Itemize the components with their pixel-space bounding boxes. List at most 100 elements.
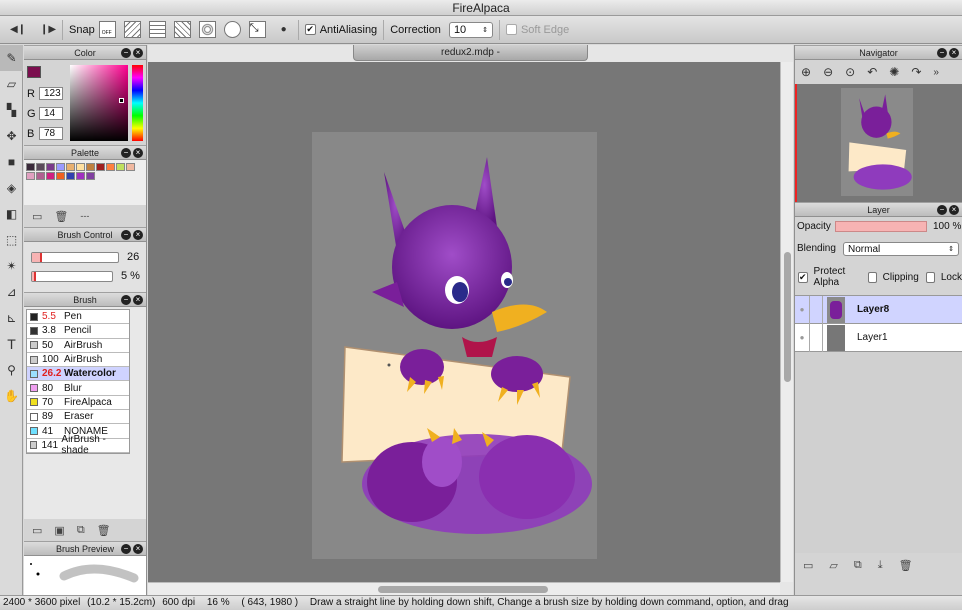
collapse-icon[interactable]: − <box>121 295 131 305</box>
layer-row[interactable]: ● Layer1 <box>795 323 962 352</box>
eyedropper-tool-icon[interactable]: ⚲ <box>0 357 23 383</box>
brush-item[interactable]: 100 AirBrush <box>27 352 129 368</box>
close-icon[interactable]: × <box>133 48 143 58</box>
palette-swatch[interactable] <box>26 172 35 180</box>
brush-item[interactable]: 70 FireAlpaca <box>27 395 129 411</box>
zoom-in-icon[interactable]: ⊕ <box>801 65 811 79</box>
more-options-icon[interactable]: » <box>933 67 939 78</box>
snap-off-button[interactable]: OFF <box>98 21 116 38</box>
saturation-value-picker[interactable] <box>70 65 128 141</box>
close-icon[interactable]: × <box>949 205 959 215</box>
palette-swatch[interactable] <box>66 163 75 171</box>
palette-swatch[interactable] <box>116 163 125 171</box>
palette-swatch[interactable] <box>66 172 75 180</box>
horizontal-scrollbar[interactable] <box>148 582 780 595</box>
snap-crisscross-icon[interactable] <box>173 21 191 38</box>
close-icon[interactable]: × <box>133 295 143 305</box>
fill-shape-tool-icon[interactable]: ■ <box>0 149 23 175</box>
select-tool-icon[interactable]: ⬚ <box>0 227 23 253</box>
trash-icon[interactable]: 🗑 <box>899 559 913 572</box>
brush-tool-icon[interactable]: ✎ <box>0 45 23 71</box>
palette-more[interactable]: --- <box>80 211 89 221</box>
palette-swatch[interactable] <box>36 172 45 180</box>
canvas-viewport[interactable] <box>148 62 780 582</box>
new-layer-icon[interactable]: ▭ <box>803 559 813 572</box>
rotate-right-icon[interactable]: ↷ <box>911 65 921 79</box>
b-input[interactable]: 78 <box>39 127 63 140</box>
brush-item[interactable]: 141 AirBrush - shade <box>27 434 129 456</box>
move-tool-icon[interactable]: ✥ <box>0 123 23 149</box>
close-icon[interactable]: × <box>133 544 143 554</box>
hand-tool-icon[interactable]: ✋ <box>0 383 23 409</box>
brush-item[interactable]: 50 AirBrush <box>27 338 129 353</box>
zoom-fit-icon[interactable]: ⊙ <box>845 65 855 79</box>
palette-swatch[interactable] <box>126 163 135 171</box>
trash-icon[interactable]: 🗑 <box>97 524 111 537</box>
soft-edge-checkbox[interactable] <box>505 24 517 35</box>
current-color-swatch[interactable] <box>27 66 41 78</box>
snap-point-icon[interactable]: ● <box>276 22 292 38</box>
palette-swatch[interactable] <box>26 163 35 171</box>
palette-swatch[interactable] <box>56 163 65 171</box>
palette-swatch[interactable] <box>106 163 115 171</box>
bucket-tool-icon[interactable]: ◈ <box>0 175 23 201</box>
palette-swatch[interactable] <box>86 163 95 171</box>
collapse-icon[interactable]: − <box>121 230 131 240</box>
text-tool-icon[interactable]: T <box>0 331 23 357</box>
g-input[interactable]: 14 <box>39 107 63 120</box>
clipping-checkbox[interactable] <box>867 271 877 283</box>
navigator-preview[interactable] <box>795 84 962 202</box>
brush-size-slider[interactable] <box>31 252 119 263</box>
new-folder-icon[interactable]: ▱ <box>829 559 837 572</box>
trash-icon[interactable]: 🗑 <box>54 210 68 223</box>
lock-checkbox[interactable] <box>925 271 935 283</box>
visibility-icon[interactable]: ● <box>795 333 809 342</box>
new-page-icon[interactable]: ▭ <box>32 210 42 223</box>
hue-slider[interactable] <box>132 65 143 141</box>
snap-concentric-icon[interactable] <box>223 21 241 38</box>
snap-parallel-icon[interactable] <box>123 21 141 38</box>
snap-grid-icon[interactable] <box>148 21 166 38</box>
protect-alpha-checkbox[interactable]: ✔ <box>798 271 808 283</box>
rotate-left-icon[interactable]: ↶ <box>867 65 877 79</box>
collapse-icon[interactable]: − <box>121 48 131 58</box>
duplicate-brush-icon[interactable]: ⧉ <box>77 524 85 537</box>
close-icon[interactable]: × <box>133 230 143 240</box>
next-icon[interactable]: ❙▶ <box>40 22 56 38</box>
blending-select[interactable]: Normal ⇕ <box>843 242 959 256</box>
merge-down-icon[interactable]: ⤓ <box>878 559 883 572</box>
rotate-reset-icon[interactable]: ✺ <box>889 65 899 79</box>
vertical-scroll-thumb[interactable] <box>784 252 791 382</box>
palette-swatch[interactable] <box>76 163 85 171</box>
gradient-tool-icon[interactable]: ◧ <box>0 201 23 227</box>
brush-settings-icon[interactable]: ▣ <box>54 524 64 537</box>
canvas-page[interactable] <box>312 132 597 559</box>
dot-tool-icon[interactable]: ▚ <box>0 97 23 123</box>
navigator-view-rect[interactable] <box>841 88 913 196</box>
correction-select[interactable]: 10 ⇕ <box>448 21 493 38</box>
palette-swatch[interactable] <box>86 172 95 180</box>
brush-item[interactable]: 3.8 Pencil <box>27 324 129 339</box>
layer-lock-slot[interactable] <box>809 295 823 324</box>
visibility-icon[interactable]: ● <box>795 305 809 314</box>
layer-lock-slot[interactable] <box>809 323 823 352</box>
snap-curve-icon[interactable]: ⤡ <box>248 21 266 38</box>
vertical-scrollbar[interactable] <box>780 62 793 582</box>
palette-swatch[interactable] <box>76 172 85 180</box>
palette-swatch[interactable] <box>56 172 65 180</box>
new-brush-icon[interactable]: ▭ <box>32 524 42 537</box>
brush-opacity-slider[interactable] <box>31 271 113 282</box>
previous-icon[interactable]: ◀❙ <box>10 22 26 38</box>
palette-swatch[interactable] <box>36 163 45 171</box>
zoom-out-icon[interactable]: ⊖ <box>823 65 833 79</box>
eraser-tool-icon[interactable]: ▱ <box>0 71 23 97</box>
collapse-icon[interactable]: − <box>121 148 131 158</box>
close-icon[interactable]: × <box>949 48 959 58</box>
brush-item[interactable]: 26.2 Watercolor <box>27 367 129 382</box>
antialiasing-checkbox[interactable]: ✔ <box>304 24 316 35</box>
collapse-icon[interactable]: − <box>937 205 947 215</box>
close-icon[interactable]: × <box>133 148 143 158</box>
collapse-icon[interactable]: − <box>121 544 131 554</box>
collapse-icon[interactable]: − <box>937 48 947 58</box>
palette-swatch[interactable] <box>46 172 55 180</box>
